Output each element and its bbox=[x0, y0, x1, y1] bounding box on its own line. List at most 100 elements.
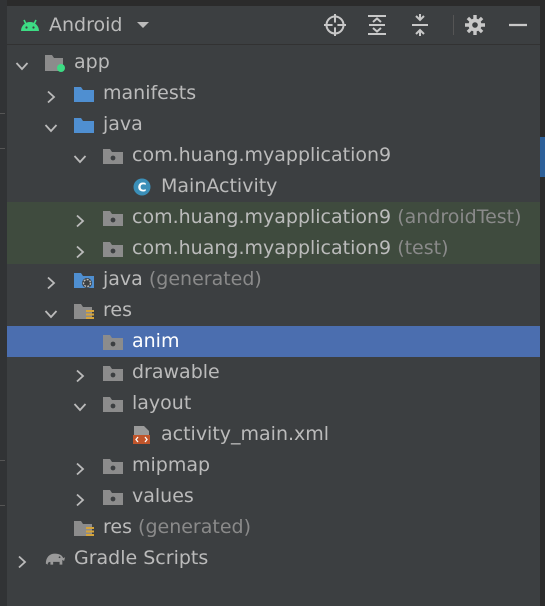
folder-icon bbox=[73, 115, 95, 135]
tree-item-label: values bbox=[132, 485, 194, 507]
tree-row[interactable]: values bbox=[7, 481, 540, 512]
tree-row[interactable]: java (generated) bbox=[7, 264, 540, 295]
tree-row[interactable]: java bbox=[7, 109, 540, 140]
tree-item-name: MainActivity bbox=[161, 175, 278, 197]
tree-item-label: app bbox=[74, 51, 110, 73]
collapse-all-button[interactable] bbox=[406, 11, 434, 39]
tree-row[interactable]: res bbox=[7, 295, 540, 326]
tree-item-label: MainActivity bbox=[161, 175, 277, 197]
tree-item-suffix: (generated) bbox=[148, 268, 262, 290]
android-icon bbox=[21, 19, 39, 31]
chevron-right-icon[interactable] bbox=[73, 242, 87, 259]
tree-item-label: anim bbox=[132, 330, 179, 352]
resource-folder-icon bbox=[73, 301, 95, 321]
project-toolbar: Android bbox=[7, 6, 540, 45]
tree-row[interactable]: activity_main.xml bbox=[7, 419, 540, 450]
package-icon bbox=[102, 239, 124, 259]
tree-item-name: Gradle Scripts bbox=[74, 547, 209, 569]
tree-item-name: com.huang.myapplication9 bbox=[132, 144, 392, 166]
package-icon bbox=[102, 146, 124, 166]
class-icon: C bbox=[131, 177, 153, 197]
locate-icon bbox=[324, 14, 346, 36]
tree-item-suffix: (androidTest) bbox=[397, 206, 522, 228]
project-view-selector[interactable]: Android bbox=[19, 6, 150, 44]
tree-item-label: java bbox=[103, 113, 143, 135]
tree-item-name: com.huang.myapplication9 bbox=[132, 237, 392, 259]
tree-row[interactable]: C MainActivity bbox=[7, 171, 540, 202]
chevron-right-icon[interactable] bbox=[44, 87, 58, 104]
tree-row[interactable]: drawable bbox=[7, 357, 540, 388]
tree-row[interactable]: manifests bbox=[7, 78, 540, 109]
svg-text:C: C bbox=[138, 181, 147, 195]
tree-item-name: res bbox=[103, 299, 132, 321]
tree-item-name: manifests bbox=[103, 82, 197, 104]
tree-row[interactable]: mipmap bbox=[7, 450, 540, 481]
tree-row[interactable]: app bbox=[7, 47, 540, 78]
expand-all-icon bbox=[368, 15, 386, 35]
chevron-down-icon[interactable] bbox=[73, 397, 87, 412]
tree-row[interactable]: Gradle Scripts bbox=[7, 543, 540, 574]
chevron-down-icon[interactable] bbox=[44, 118, 58, 133]
chevron-right-icon[interactable] bbox=[73, 459, 87, 476]
package-icon bbox=[102, 394, 124, 414]
chevron-right-icon[interactable] bbox=[73, 211, 87, 228]
tree-item-name: activity_main.xml bbox=[161, 423, 330, 445]
tree-item-name: drawable bbox=[132, 361, 220, 383]
xml-layout-icon bbox=[131, 425, 153, 445]
tree-item-name: app bbox=[74, 51, 110, 73]
tree-row[interactable]: res (generated) bbox=[7, 512, 540, 543]
locate-button[interactable] bbox=[321, 11, 349, 39]
chevron-down-icon bbox=[137, 22, 150, 28]
tree-item-name: java bbox=[103, 268, 143, 290]
tree-item-name: layout bbox=[132, 392, 192, 414]
tree-item-name: com.huang.myapplication9 bbox=[132, 206, 392, 228]
tree-row[interactable]: anim bbox=[7, 326, 540, 357]
tree-item-label: mipmap bbox=[132, 454, 210, 476]
tree-item-name: anim bbox=[132, 330, 180, 352]
tree-item-suffix: (test) bbox=[397, 237, 449, 259]
chevron-down-icon[interactable] bbox=[15, 56, 29, 71]
expand-all-button[interactable] bbox=[363, 11, 391, 39]
tree-item-name: mipmap bbox=[132, 454, 211, 476]
tree-item-label: res (generated) bbox=[103, 516, 251, 538]
tree-item-label: manifests bbox=[103, 82, 196, 104]
minimize-button[interactable] bbox=[504, 11, 532, 39]
project-tree[interactable]: app manifests java com.huang.myapplication9… bbox=[7, 47, 540, 574]
tree-item-suffix: (generated) bbox=[138, 516, 251, 538]
tree-item-label: Gradle Scripts bbox=[74, 547, 208, 569]
left-tool-strip bbox=[0, 0, 7, 606]
gear-icon bbox=[465, 15, 485, 35]
tree-item-label: layout bbox=[132, 392, 191, 414]
tree-item-label: com.huang.myapplication9 (test) bbox=[132, 237, 449, 259]
chevron-right-icon[interactable] bbox=[44, 273, 58, 290]
chevron-right-icon[interactable] bbox=[73, 366, 87, 383]
generated-folder-icon bbox=[73, 270, 95, 290]
tree-item-label: activity_main.xml bbox=[161, 423, 329, 445]
package-icon bbox=[102, 363, 124, 383]
chevron-down-icon[interactable] bbox=[44, 304, 58, 319]
package-icon bbox=[102, 208, 124, 228]
chevron-right-icon[interactable] bbox=[73, 490, 87, 507]
tree-item-name: values bbox=[132, 485, 194, 507]
package-icon bbox=[102, 332, 124, 352]
tree-row[interactable]: com.huang.myapplication9 (androidTest) bbox=[7, 202, 540, 233]
tree-item-label: res bbox=[103, 299, 132, 321]
package-icon bbox=[102, 456, 124, 476]
resource-folder-icon bbox=[73, 518, 95, 538]
tree-item-name: res bbox=[103, 516, 132, 538]
chevron-down-icon[interactable] bbox=[73, 149, 87, 164]
minimize-icon bbox=[509, 23, 527, 27]
tree-row[interactable]: com.huang.myapplication9 bbox=[7, 140, 540, 171]
tree-row[interactable]: layout bbox=[7, 388, 540, 419]
chevron-right-icon[interactable] bbox=[15, 552, 29, 569]
tree-item-label: com.huang.myapplication9 bbox=[132, 144, 391, 166]
folder-icon bbox=[73, 84, 95, 104]
gradle-elephant-icon bbox=[44, 549, 66, 569]
editor-edge bbox=[540, 0, 545, 606]
package-icon bbox=[102, 487, 124, 507]
toolbar-separator bbox=[453, 15, 454, 35]
tree-row[interactable]: com.huang.myapplication9 (test) bbox=[7, 233, 540, 264]
settings-button[interactable] bbox=[461, 11, 489, 39]
tree-item-label: drawable bbox=[132, 361, 220, 383]
module-folder-icon bbox=[44, 53, 66, 73]
